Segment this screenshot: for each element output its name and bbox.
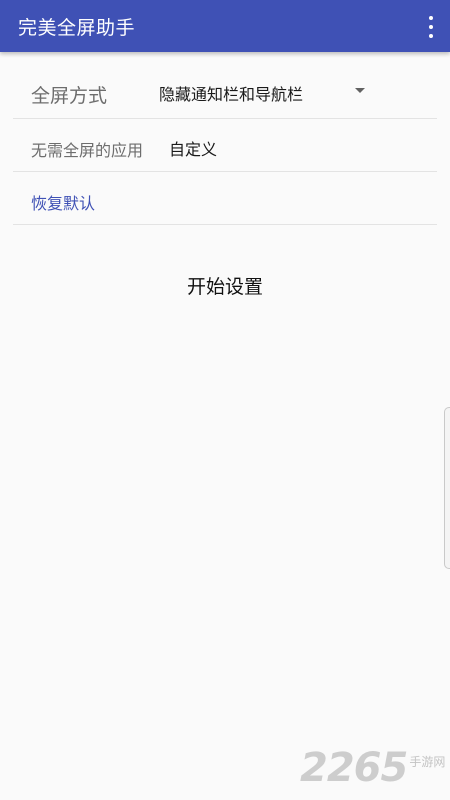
restore-default-button[interactable]: 恢复默认 — [31, 190, 95, 214]
watermark-logo: 2265 手游网 — [300, 744, 448, 792]
app-bar: 完美全屏助手 — [0, 0, 450, 52]
overflow-dot — [429, 16, 433, 20]
fullscreen-mode-dropdown[interactable]: 隐藏通知栏和导航栏 — [159, 66, 371, 118]
overflow-dot — [429, 25, 433, 29]
excluded-apps-label: 无需全屏的应用 — [31, 141, 144, 160]
watermark-number: 2265 — [300, 745, 408, 791]
restore-default-row[interactable]: 恢复默认 — [13, 173, 437, 225]
start-setup-button[interactable]: 开始设置 — [150, 262, 300, 308]
edge-panel-handle[interactable] — [444, 407, 450, 569]
app-title: 完美全屏助手 — [18, 16, 136, 39]
overflow-dot — [429, 34, 433, 38]
excluded-apps-row[interactable]: 无需全屏的应用 自定义 — [13, 120, 437, 172]
more-vert-icon[interactable] — [426, 16, 436, 38]
watermark-text: 手游网 — [409, 754, 446, 769]
fullscreen-mode-row: 全屏方式 隐藏通知栏和导航栏 — [13, 66, 437, 119]
fullscreen-mode-label: 全屏方式 — [31, 85, 108, 107]
fullscreen-mode-value: 隐藏通知栏和导航栏 — [159, 85, 304, 104]
dropdown-arrow-icon — [355, 88, 365, 93]
excluded-apps-value[interactable]: 自定义 — [169, 136, 217, 160]
